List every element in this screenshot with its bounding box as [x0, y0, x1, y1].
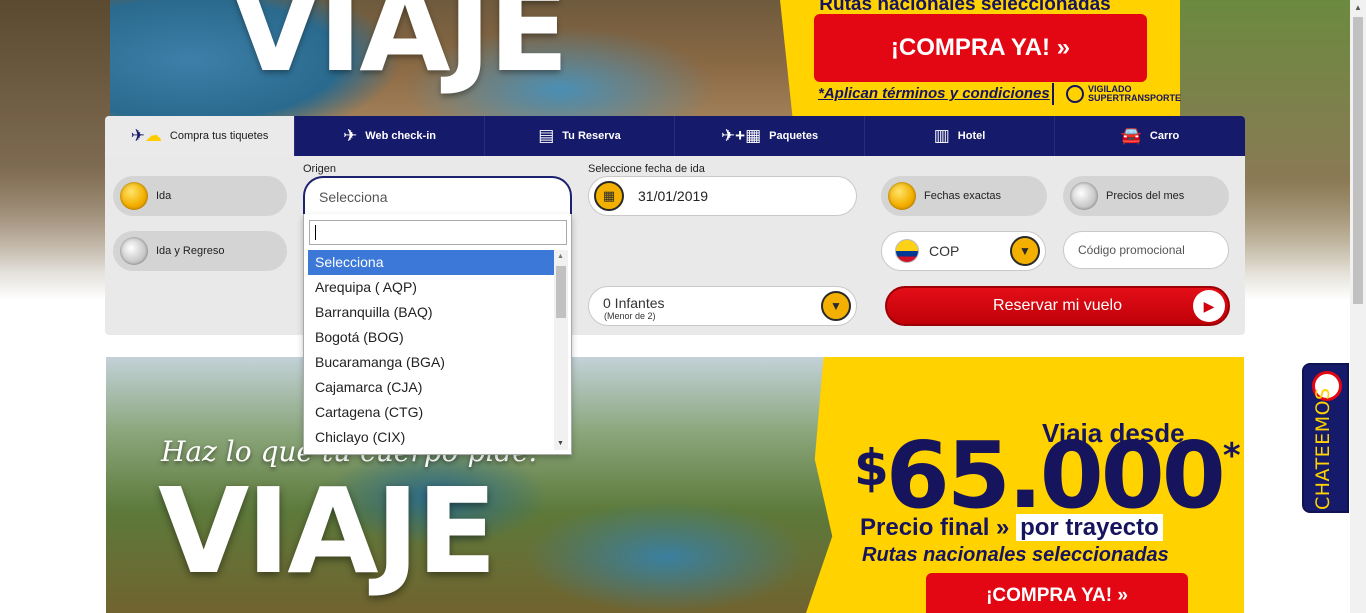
seal-text: VIGILADO SUPERTRANSPORTE	[1088, 84, 1182, 103]
page-scrollbar-thumb[interactable]	[1353, 17, 1363, 304]
promo-banner[interactable]: Haz lo que tu cuerpo pide: VIAJE Viaja d…	[106, 357, 1244, 613]
origin-option[interactable]: Bucaramanga (BGA)	[308, 350, 554, 375]
tab-label: Compra tus tiquetes	[169, 130, 269, 142]
final-prefix: Precio final »	[860, 514, 1010, 541]
tab-web-checkin[interactable]: ✈ Web check-in	[295, 116, 485, 156]
supertransporte-seal: VIGILADO SUPERTRANSPORTE	[1052, 83, 1182, 105]
reservation-icon: ▤	[538, 126, 555, 145]
chat-tab[interactable]: CHATEEMOS	[1302, 363, 1349, 513]
promo-code-input[interactable]	[1063, 231, 1229, 269]
infants-value: 0 Infantes	[603, 295, 665, 311]
trip-one-way-label: Ida	[156, 190, 172, 202]
infants-hint: (Menor de 2)	[604, 311, 656, 321]
page-scrollbar[interactable]: ▲	[1350, 0, 1366, 613]
tab-label: Carro	[1149, 130, 1180, 142]
scroll-up-icon[interactable]: ▲	[557, 253, 564, 260]
reserve-flight-button[interactable]: Reservar mi vuelo ▶	[885, 286, 1230, 326]
radio-selected-icon	[120, 182, 148, 210]
tab-label: Tu Reserva	[562, 130, 621, 142]
hero-word: VIAJE	[230, 0, 569, 98]
tab-label: Paquetes	[769, 130, 819, 142]
calendar-icon: ▦	[594, 181, 624, 211]
option-exact-dates[interactable]: Fechas exactas	[881, 176, 1047, 216]
origin-option[interactable]: Cajamarca (CJA)	[308, 375, 554, 400]
promo-word: VIAJE	[158, 462, 497, 600]
tab-tu-reserva[interactable]: ▤ Tu Reserva	[485, 116, 675, 156]
trip-type-round[interactable]: Ida y Regreso	[113, 231, 287, 271]
reserve-label: Reservar mi vuelo	[993, 297, 1122, 314]
hero-landscape-left	[0, 0, 110, 300]
currency-select[interactable]: COP ▼	[881, 231, 1046, 271]
promo-routes: Rutas nacionales seleccionadas	[862, 544, 1169, 566]
exact-dates-label: Fechas exactas	[924, 190, 1002, 202]
promo-final-price: Precio final » por trayecto	[860, 514, 1163, 542]
promo-buy-now-button[interactable]: ¡COMPRA YA! »	[926, 573, 1188, 613]
option-month-prices[interactable]: Precios del mes	[1063, 176, 1229, 216]
chevron-down-icon: ▼	[821, 291, 851, 321]
origin-label: Origen	[303, 163, 337, 175]
origin-option[interactable]: Selecciona	[308, 250, 554, 275]
scrollbar-thumb[interactable]	[556, 266, 566, 318]
booking-widget: ✈☁ Compra tus tiquetes ✈ Web check-in ▤ …	[105, 116, 1245, 335]
text-caret	[315, 225, 316, 240]
tab-compra-tiquetes[interactable]: ✈☁ Compra tus tiquetes	[105, 116, 295, 156]
promo-price: $65.000*	[854, 422, 1241, 529]
play-arrow-icon: ▶	[1193, 290, 1225, 322]
plane-hotel-icon: ✈+▦	[720, 126, 762, 145]
scroll-up-icon[interactable]: ▲	[1354, 3, 1362, 12]
infants-select[interactable]: 0 Infantes (Menor de 2) ▼	[588, 286, 857, 326]
tab-hotel[interactable]: ▥ Hotel	[865, 116, 1055, 156]
price-currency: $	[854, 439, 889, 497]
origin-option[interactable]: Cartagena (CTG)	[308, 400, 554, 425]
plane-sun-icon: ✈☁	[130, 126, 162, 145]
chevron-down-icon: ▼	[1010, 236, 1040, 266]
radio-unselected-icon	[1070, 182, 1098, 210]
origin-select[interactable]: Selecciona	[303, 176, 572, 216]
car-icon: 🚘	[1120, 126, 1142, 145]
tab-paquetes[interactable]: ✈+▦ Paquetes	[675, 116, 865, 156]
booking-tabs: ✈☁ Compra tus tiquetes ✈ Web check-in ▤ …	[105, 116, 1245, 156]
origin-option[interactable]: Chiclayo (CIX)	[308, 425, 554, 450]
chat-label: CHATEEMOS	[1312, 387, 1334, 510]
tab-carro[interactable]: 🚘 Carro	[1055, 116, 1245, 156]
scroll-down-icon[interactable]: ▼	[557, 440, 564, 447]
origin-search-input[interactable]	[309, 220, 567, 245]
hero-terms-link[interactable]: *Aplican términos y condiciones	[818, 85, 1050, 102]
departure-date-value: 31/01/2019	[638, 188, 709, 204]
seal-icon	[1066, 85, 1084, 103]
date-label: Seleccione fecha de ida	[588, 163, 705, 175]
price-value: 65.000	[885, 422, 1226, 529]
origin-dropdown: Selecciona Arequipa ( AQP) Barranquilla …	[303, 214, 572, 455]
origin-option[interactable]: Barranquilla (BAQ)	[308, 300, 554, 325]
dropdown-scrollbar[interactable]: ▲ ▼	[554, 250, 568, 450]
hero-buy-now-button[interactable]: ¡COMPRA YA! »	[814, 14, 1147, 82]
month-prices-label: Precios del mes	[1106, 190, 1185, 202]
origin-option[interactable]: Bogotá (BOG)	[308, 325, 554, 350]
origin-option[interactable]: Arequipa ( AQP)	[308, 275, 554, 300]
radio-selected-icon	[888, 182, 916, 210]
tab-label: Web check-in	[365, 130, 436, 142]
colombia-flag-icon	[895, 239, 919, 263]
trip-type-one-way[interactable]: Ida	[113, 176, 287, 216]
trip-round-label: Ida y Regreso	[156, 245, 225, 257]
currency-value: COP	[929, 243, 960, 259]
plane-cloud-icon: ✈	[343, 126, 358, 145]
radio-unselected-icon	[120, 237, 148, 265]
building-icon: ▥	[933, 126, 950, 145]
final-boxed: por trayecto	[1016, 514, 1163, 541]
price-asterisk: *	[1222, 436, 1241, 476]
tab-label: Hotel	[957, 130, 986, 142]
origin-options-list: Selecciona Arequipa ( AQP) Barranquilla …	[308, 250, 554, 450]
departure-date-field[interactable]: ▦ 31/01/2019	[588, 176, 857, 216]
